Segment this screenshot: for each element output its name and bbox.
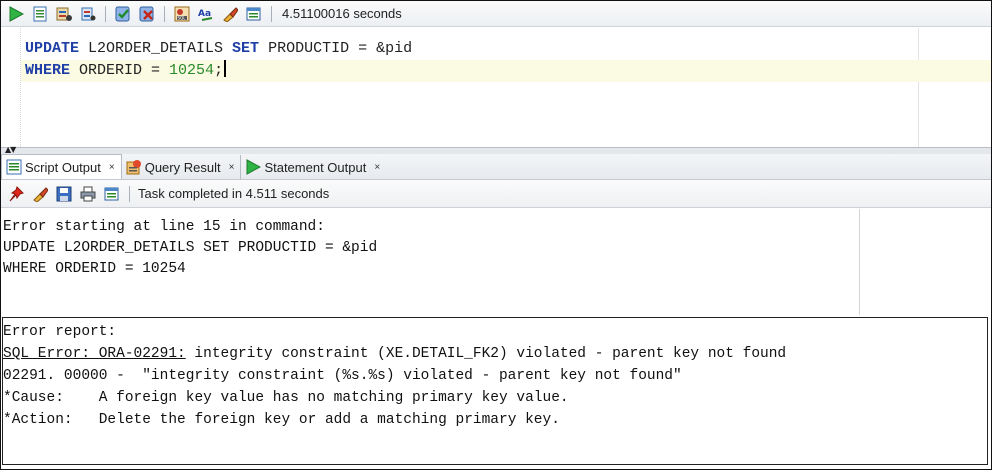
code-text: L2ORDER_DETAILS [79,40,233,57]
splitter-arrows-icon[interactable]: ▲▼ [5,146,16,154]
statement-output-icon [245,159,262,175]
explain-plan-icon[interactable] [79,5,97,23]
close-icon[interactable]: × [109,162,115,173]
save-icon[interactable] [55,185,73,203]
tab-query-result[interactable]: Query Result × [122,155,242,179]
sql-error-link[interactable]: SQL Error: ORA-02291: [3,346,186,362]
sql-worksheet-window: SQL Aa 4.51100016 seconds UPDATE L2ORDER… [0,0,992,470]
output-line: Error starting at line 15 in command: [3,219,325,235]
action-line: *Action: Delete the foreign key or add a… [3,410,560,431]
toolbar-separator [271,5,272,22]
action-text: Delete the foreign key or add a matching… [72,412,560,428]
format-icon[interactable]: Aa [197,5,215,23]
keyword-where: WHERE [25,62,71,79]
output-right-margin [859,209,860,315]
action-label: *Action: [3,412,73,428]
text-caret [224,60,227,77]
commit-icon[interactable] [114,5,132,23]
toolbar-separator [129,185,130,202]
tab-script-output[interactable]: Script Output × [1,154,122,179]
toolbar-separator [164,5,165,22]
cause-line: *Cause: A foreign key value has no match… [3,388,569,409]
code-line-2[interactable]: WHERE ORDERID = 10254; [21,60,991,82]
svg-text:SQL: SQL [178,15,187,20]
sql-editor[interactable]: UPDATE L2ORDER_DETAILS SET PRODUCTID = &… [1,28,991,147]
code-line-1[interactable]: UPDATE L2ORDER_DETAILS SET PRODUCTID = &… [21,38,412,60]
open-file-icon[interactable] [103,185,121,203]
code-text: PRODUCTID = &pid [259,40,413,57]
error-code-line: 02291. 00000 - "integrity constraint (%s… [3,368,682,384]
output-tab-bar: Script Output × Query Result × Statement… [1,154,991,180]
keyword-set: SET [232,40,260,57]
autotrace-icon[interactable] [55,5,73,23]
script-output-pane[interactable]: Error starting at line 15 in command: UP… [1,209,991,469]
output-line: WHERE ORDERID = 10254 [3,261,186,277]
output-toolbar: Task completed in 4.511 seconds [1,180,991,208]
clear-icon[interactable] [221,5,239,23]
pin-icon[interactable] [7,185,25,203]
run-statement-icon[interactable] [7,5,25,23]
code-text: ORDERID = [70,62,170,79]
sql-error-line: SQL Error: ORA-02291: integrity constrai… [3,344,786,365]
script-output-icon [6,159,22,175]
toolbar-separator [105,5,106,22]
close-icon[interactable]: × [229,162,235,173]
code-text: ; [214,62,224,79]
tab-label: Query Result [144,159,221,175]
cause-label: *Cause: [3,390,64,406]
history-icon[interactable] [245,5,263,23]
editor-right-margin [918,28,919,147]
tab-statement-output[interactable]: Statement Output × [241,155,386,179]
number-literal: 10254 [169,62,215,79]
output-line: UPDATE L2ORDER_DETAILS SET PRODUCTID = &… [3,240,378,256]
svg-text:Aa: Aa [198,9,211,19]
execution-time: 4.51100016 seconds [282,6,402,21]
tab-label: Script Output [25,159,101,175]
clear-output-icon[interactable] [31,185,49,203]
close-icon[interactable]: × [374,162,380,173]
run-script-icon[interactable] [31,5,49,23]
tab-label: Statement Output [264,159,367,175]
sql-tuning-icon[interactable]: SQL [173,5,191,23]
keyword-update: UPDATE [25,40,80,57]
query-result-icon [126,159,142,175]
sql-error-message: integrity constraint (XE.DETAIL_FK2) vio… [185,346,787,362]
error-report-title: Error report: [3,324,117,340]
print-icon[interactable] [79,185,97,203]
task-status: Task completed in 4.511 seconds [138,186,330,201]
rollback-icon[interactable] [138,5,156,23]
cause-text: A foreign key value has no matching prim… [63,390,569,406]
worksheet-toolbar: SQL Aa 4.51100016 seconds [1,1,991,27]
